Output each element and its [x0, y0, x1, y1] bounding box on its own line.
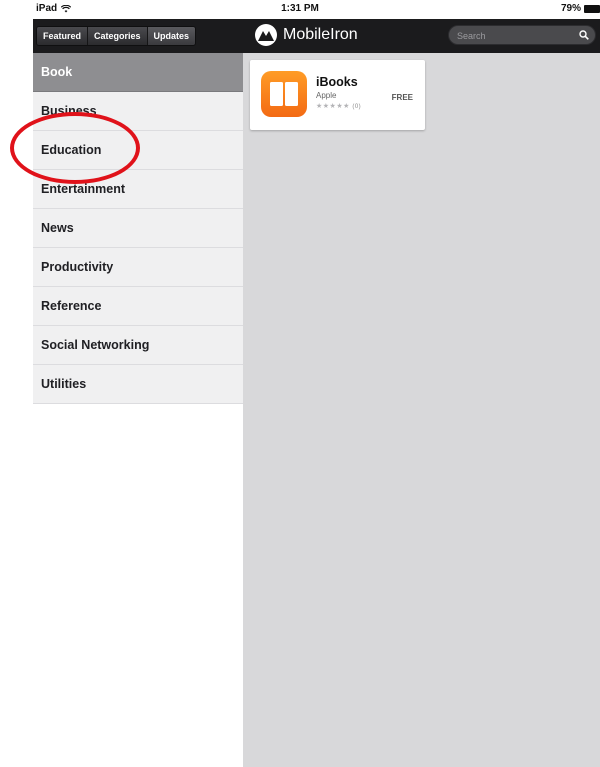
category-reference[interactable]: Reference	[33, 287, 243, 326]
category-news[interactable]: News	[33, 209, 243, 248]
tab-updates[interactable]: Updates	[147, 27, 196, 45]
mobileiron-logo-icon	[255, 24, 277, 46]
status-time: 1:31 PM	[281, 3, 319, 14]
price-label[interactable]: FREE	[392, 93, 413, 102]
brand: MobileIron	[255, 24, 358, 46]
app-name: iBooks	[316, 75, 358, 89]
app-developer: Apple	[316, 91, 337, 100]
status-bar: iPad 1:31 PM 79%	[0, 0, 600, 19]
segmented-control: Featured Categories Updates	[36, 26, 197, 46]
category-sidebar: Book Business Education Entertainment Ne…	[33, 53, 243, 404]
battery-percent: 79%	[560, 3, 581, 14]
category-business[interactable]: Business	[33, 92, 243, 131]
book-icon[interactable]	[261, 71, 307, 117]
app-list-area: iBooks Apple ★★★★★ (0) FREE	[243, 53, 600, 767]
rating-count: (0)	[352, 104, 362, 110]
search-icon[interactable]	[579, 30, 589, 40]
battery-icon	[584, 4, 600, 13]
search-box[interactable]	[448, 25, 596, 45]
navigation-bar: Featured Categories Updates MobileIron	[33, 19, 600, 53]
status-right: 79%	[561, 3, 600, 14]
search-input[interactable]	[457, 28, 577, 43]
tab-featured[interactable]: Featured	[37, 27, 89, 45]
app-card[interactable]: iBooks Apple ★★★★★ (0) FREE	[250, 60, 425, 130]
brand-name: MobileIron	[283, 26, 358, 43]
category-productivity[interactable]: Productivity	[33, 248, 243, 287]
category-entertainment[interactable]: Entertainment	[33, 170, 243, 209]
category-education[interactable]: Education	[33, 131, 243, 170]
category-social-networking[interactable]: Social Networking	[33, 326, 243, 365]
star-rating: ★★★★★ (0)	[316, 102, 361, 110]
category-utilities[interactable]: Utilities	[33, 365, 243, 404]
rating-stars: ★★★★★	[316, 103, 350, 110]
tab-categories[interactable]: Categories	[88, 27, 148, 45]
category-book[interactable]: Book	[33, 53, 243, 92]
